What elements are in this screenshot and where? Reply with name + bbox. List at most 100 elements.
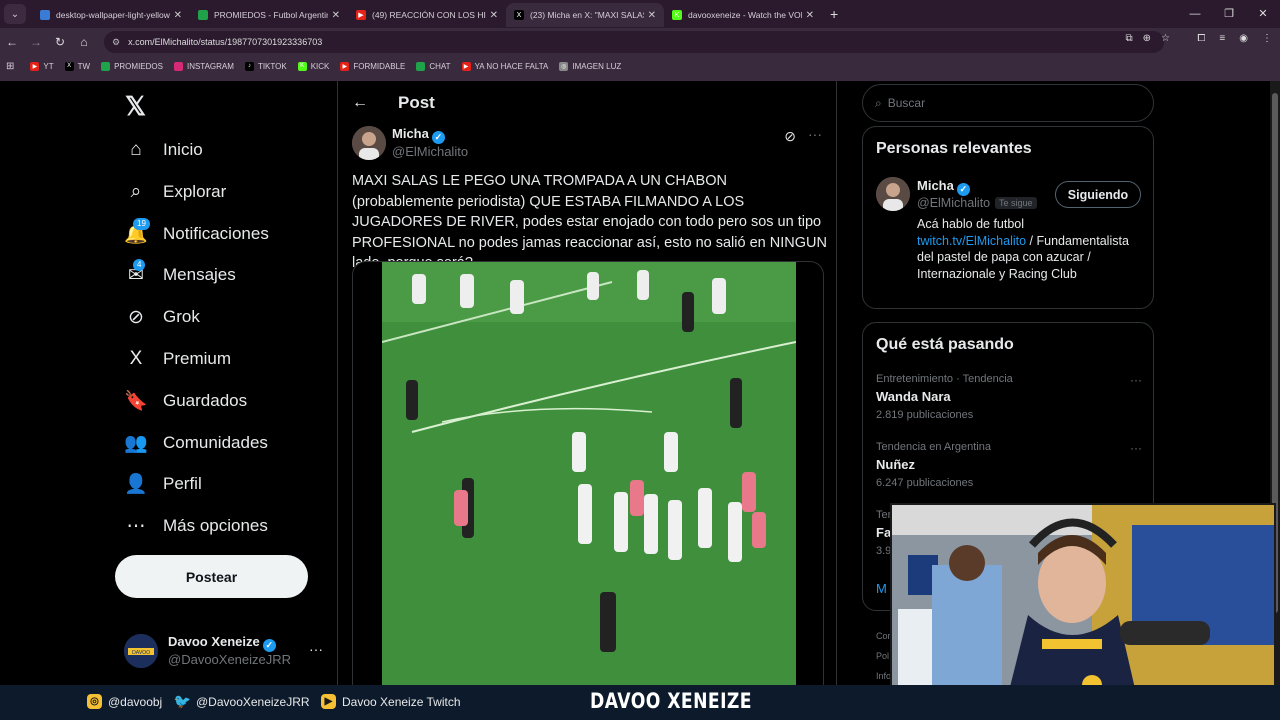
twitter-handle: 🐦 @DavooXeneizeJRR bbox=[174, 693, 310, 709]
browser-tab[interactable]: Kdavooxeneize - Watch the VOD ✕ bbox=[664, 3, 822, 27]
bio-text: Acá hablo de futbol bbox=[917, 217, 1025, 231]
bookmark-label: YT bbox=[43, 61, 54, 71]
youtube-channel: ▶ Davoo Xeneize Twitch bbox=[321, 694, 461, 709]
trend-item[interactable]: Entretenimiento · Tendencia Wanda Nara 2.8… bbox=[876, 373, 1142, 421]
footer-link[interactable]: Pol bbox=[876, 646, 891, 666]
post-more-icon[interactable]: ··· bbox=[808, 126, 822, 142]
nav-item-inicio[interactable]: ⌂ Inicio bbox=[124, 130, 202, 170]
star-icon[interactable]: ☆ bbox=[1161, 33, 1170, 44]
close-tab-icon[interactable]: ✕ bbox=[174, 10, 182, 21]
browser-menu-icon[interactable]: ⋮ bbox=[1262, 33, 1272, 44]
trend-meta: Tendencia en Argentina bbox=[876, 441, 991, 453]
site-info-icon[interactable]: ⚙ bbox=[112, 37, 120, 48]
url-text: x.com/ElMichalito/status/198770730192333… bbox=[128, 37, 323, 47]
browser-tab[interactable]: PROMIEDOS - Futbol Argentino ✕ bbox=[190, 3, 348, 27]
browser-tab[interactable]: X (23) Micha en X: "MAXI SALAS L ✕ bbox=[506, 3, 664, 27]
nav-item-grok[interactable]: ⊘ Grok bbox=[124, 297, 200, 337]
nav-item-perfil[interactable]: 👤 Perfil bbox=[124, 464, 202, 504]
twitter-text: @DavooXeneizeJRR bbox=[196, 694, 310, 709]
account-switcher[interactable]: DAVOO Davoo Xeneize ✓ @DavooXeneizeJRR ··… bbox=[124, 631, 329, 671]
nav-item-premium[interactable]: X Premium bbox=[124, 339, 231, 379]
home-browser-icon[interactable]: ⌂ bbox=[72, 35, 96, 49]
show-more-link[interactable]: M bbox=[876, 581, 887, 596]
account-name: Davoo Xeneize bbox=[168, 634, 260, 649]
author-name[interactable]: Micha bbox=[392, 126, 429, 141]
post-button[interactable]: Postear bbox=[115, 555, 308, 598]
account-more-icon[interactable]: ··· bbox=[309, 641, 323, 657]
footer-link[interactable]: Cor bbox=[876, 626, 891, 646]
extensions-icon[interactable]: ⧠ bbox=[1197, 33, 1205, 44]
close-window-icon[interactable]: ✕ bbox=[1246, 0, 1280, 28]
youtube-icon: ▶ bbox=[321, 694, 336, 709]
close-tab-icon[interactable]: ✕ bbox=[648, 10, 656, 21]
install-app-icon[interactable]: ⧉ bbox=[1126, 33, 1133, 44]
nav-label: Notificaciones bbox=[163, 223, 269, 243]
nav-item-comunidades[interactable]: 👥 Comunidades bbox=[124, 423, 268, 463]
zoom-icon[interactable]: ⊕ bbox=[1143, 33, 1151, 44]
bio-link[interactable]: twitch.tv/ElMichalito bbox=[917, 234, 1026, 248]
tab-title: (23) Micha en X: "MAXI SALAS L bbox=[530, 10, 644, 20]
author-avatar[interactable] bbox=[352, 126, 386, 160]
bookmark-item[interactable]: K KICK bbox=[297, 61, 329, 71]
bookmark-item[interactable]: ▶ YT bbox=[30, 61, 54, 71]
nav-label: Mensajes bbox=[163, 265, 236, 285]
bookmark-icon bbox=[416, 61, 426, 71]
nav-item-guardados[interactable]: 🔖 Guardados bbox=[124, 381, 247, 421]
post-video[interactable] bbox=[352, 261, 824, 720]
footer-link[interactable]: Info bbox=[876, 666, 891, 686]
address-bar[interactable]: ⚙ x.com/ElMichalito/status/1987707301923… bbox=[104, 31, 1164, 53]
back-icon[interactable]: ← bbox=[0, 35, 24, 49]
bookmark-item[interactable]: ♪ TIKTOK bbox=[244, 61, 287, 71]
reload-icon[interactable]: ↻ bbox=[48, 35, 72, 49]
bookmark-item[interactable]: ▶ FORMIDABLE bbox=[340, 61, 405, 71]
bookmark-item[interactable]: ◎ IMAGEN LUZ bbox=[559, 61, 621, 71]
bookmark-icon: K bbox=[297, 61, 307, 71]
close-tab-icon[interactable]: ✕ bbox=[490, 10, 498, 21]
browser-tab[interactable]: ▶ (49) REACCIÓN CON LOS HINC ✕ bbox=[348, 3, 506, 27]
close-tab-icon[interactable]: ✕ bbox=[806, 10, 814, 21]
minimize-icon[interactable]: — bbox=[1178, 0, 1212, 28]
bookmark-item[interactable]: ▶ YA NO HACE FALTA bbox=[461, 61, 548, 71]
browser-toolbar: ← → ↻ ⌂ ⚙ x.com/ElMichalito/status/19877… bbox=[0, 28, 1280, 56]
tab-search-button[interactable]: ⌄ bbox=[4, 4, 26, 24]
trend-count: 6.247 publicaciones bbox=[876, 477, 974, 489]
bookmark-item[interactable]: PROMIEDOS bbox=[101, 61, 163, 71]
instagram-icon: ◎ bbox=[87, 694, 102, 709]
bookmark-item[interactable]: CHAT bbox=[416, 61, 451, 71]
communities-icon: 👥 bbox=[124, 432, 148, 454]
bookmark-item[interactable]: X TW bbox=[64, 61, 90, 71]
relevant-people-card: Personas relevantes Micha ✓ @ElMichalito … bbox=[862, 126, 1154, 309]
grok-explain-icon[interactable]: ⊘ bbox=[784, 128, 796, 145]
nav-item-notificaciones[interactable]: 🔔 19 Notificaciones bbox=[124, 214, 269, 254]
relevant-handle[interactable]: @ElMichalito bbox=[917, 196, 990, 210]
media-control-icon[interactable]: ≡ bbox=[1219, 33, 1225, 44]
author-handle[interactable]: @ElMichalito bbox=[392, 144, 468, 159]
bookmark-label: CHAT bbox=[429, 61, 451, 71]
forward-icon[interactable]: → bbox=[24, 35, 48, 49]
following-button[interactable]: Siguiendo bbox=[1055, 181, 1141, 208]
close-tab-icon[interactable]: ✕ bbox=[332, 10, 340, 21]
trend-more-icon[interactable]: ··· bbox=[1130, 441, 1142, 455]
nav-item-más-opciones[interactable]: ⋯ Más opciones bbox=[124, 506, 268, 546]
post-author: Micha ✓ @ElMichalito ⊘ ··· bbox=[352, 126, 822, 160]
trend-meta: Entretenimiento · Tendencia bbox=[876, 373, 1013, 385]
trend-more-icon[interactable]: ··· bbox=[1130, 373, 1142, 387]
bookmark-item[interactable]: INSTAGRAM bbox=[173, 61, 234, 71]
nav-item-mensajes[interactable]: ✉ 4 Mensajes bbox=[124, 255, 236, 295]
relevant-name[interactable]: Micha bbox=[917, 178, 954, 193]
grok-icon: ⊘ bbox=[128, 306, 144, 328]
restore-icon[interactable]: ❐ bbox=[1212, 0, 1246, 28]
nav-item-explorar[interactable]: ⌕ Explorar bbox=[124, 172, 227, 212]
new-tab-button[interactable]: + bbox=[830, 6, 838, 22]
trend-item[interactable]: Tendencia en Argentina Nuñez 6.247 publica… bbox=[876, 441, 1142, 489]
search-box[interactable]: ⌕ Buscar bbox=[862, 84, 1154, 122]
tab-title: davooxeneize - Watch the VOD bbox=[688, 10, 802, 20]
tab-favicon-icon: X bbox=[514, 10, 524, 20]
apps-icon[interactable]: ⊞ bbox=[6, 61, 14, 72]
nav-label: Grok bbox=[163, 307, 200, 327]
relevant-avatar[interactable] bbox=[876, 177, 910, 211]
browser-tab[interactable]: desktop-wallpaper-light-yellow ✕ bbox=[32, 3, 190, 27]
x-logo-icon[interactable]: 𝕏 bbox=[125, 91, 146, 122]
profile-browser-icon[interactable]: ◉ bbox=[1239, 33, 1248, 44]
back-arrow-icon[interactable]: ← bbox=[352, 94, 368, 112]
